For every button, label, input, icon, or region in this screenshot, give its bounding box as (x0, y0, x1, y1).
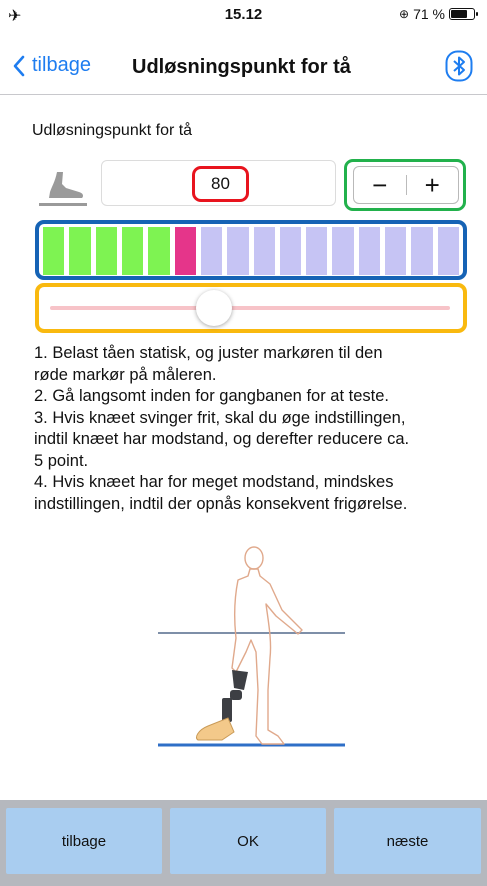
instruction-line: indtil knæet har modstand, og derefter r… (34, 430, 410, 448)
gauge-segment (121, 227, 144, 275)
gauge-segment (385, 227, 407, 275)
gauge-segment (253, 227, 275, 275)
prosthetic-leg (222, 670, 248, 722)
gauge-segment (200, 227, 223, 275)
gauge-segment (148, 227, 170, 275)
page-title: Udløsningspunkt for tå (132, 56, 351, 78)
instruction-line: 3. Hvis knæet svinger frit, skal du øge … (34, 408, 406, 427)
ok-button[interactable]: OK (170, 808, 326, 874)
decrement-button[interactable]: − (354, 167, 406, 203)
setting-label: Udløsningspunkt for tå (32, 122, 193, 139)
gauge-segment (227, 227, 249, 275)
battery-icon (449, 8, 478, 20)
bluetooth-icon[interactable] (445, 50, 473, 82)
instructions-text: 1. Belast tåen statisk, og juster markør… (34, 343, 474, 515)
gauge-segment (306, 227, 328, 275)
gauge-segment (411, 227, 433, 275)
gauge-segment (95, 227, 117, 275)
orientation-lock-icon: ⊕ (399, 7, 410, 21)
gauge-segment (69, 227, 91, 275)
gauge-segment (332, 227, 354, 275)
gauge-segment (279, 227, 302, 275)
battery-percent: 71 % (413, 6, 445, 22)
foot-icon (39, 172, 87, 206)
gauge-segment (437, 227, 459, 275)
increment-button[interactable]: + (407, 167, 459, 203)
instruction-line: 1. Belast tåen statisk, og juster markør… (34, 344, 383, 362)
value-readout: 80 (192, 166, 249, 202)
slider-thumb[interactable] (196, 290, 232, 326)
level-gauge (43, 227, 459, 275)
status-bar: ✈ 15.12 ⊕ 71 % (0, 0, 487, 30)
value-stepper[interactable]: − + (353, 166, 459, 204)
instruction-line: 2. Gå langsomt inden for gangbanen for a… (34, 387, 389, 405)
instruction-line: 4. Hvis knæet har for meget modstand, mi… (34, 473, 394, 491)
instruction-line: 5 point. (34, 451, 89, 470)
walking-illustration (158, 546, 345, 747)
instruction-line: indstillingen, indtil der opnås konsekve… (34, 494, 408, 513)
gauge-segment (43, 227, 65, 275)
gauge-segment (358, 227, 381, 275)
nav-bar: tilbage Udløsningspunkt for tå (0, 40, 487, 95)
footer-back-button[interactable]: tilbage (6, 808, 162, 874)
battery-status: ⊕ 71 % (399, 6, 478, 22)
gauge-segment (174, 227, 196, 275)
prosthetic-foot (195, 717, 235, 741)
chevron-left-icon (13, 55, 25, 76)
next-button[interactable]: næste (334, 808, 481, 874)
back-label: tilbage (32, 54, 91, 76)
instruction-line: røde markør på måleren. (34, 365, 217, 384)
slider-track[interactable] (50, 306, 450, 310)
back-button[interactable]: tilbage (12, 54, 91, 77)
